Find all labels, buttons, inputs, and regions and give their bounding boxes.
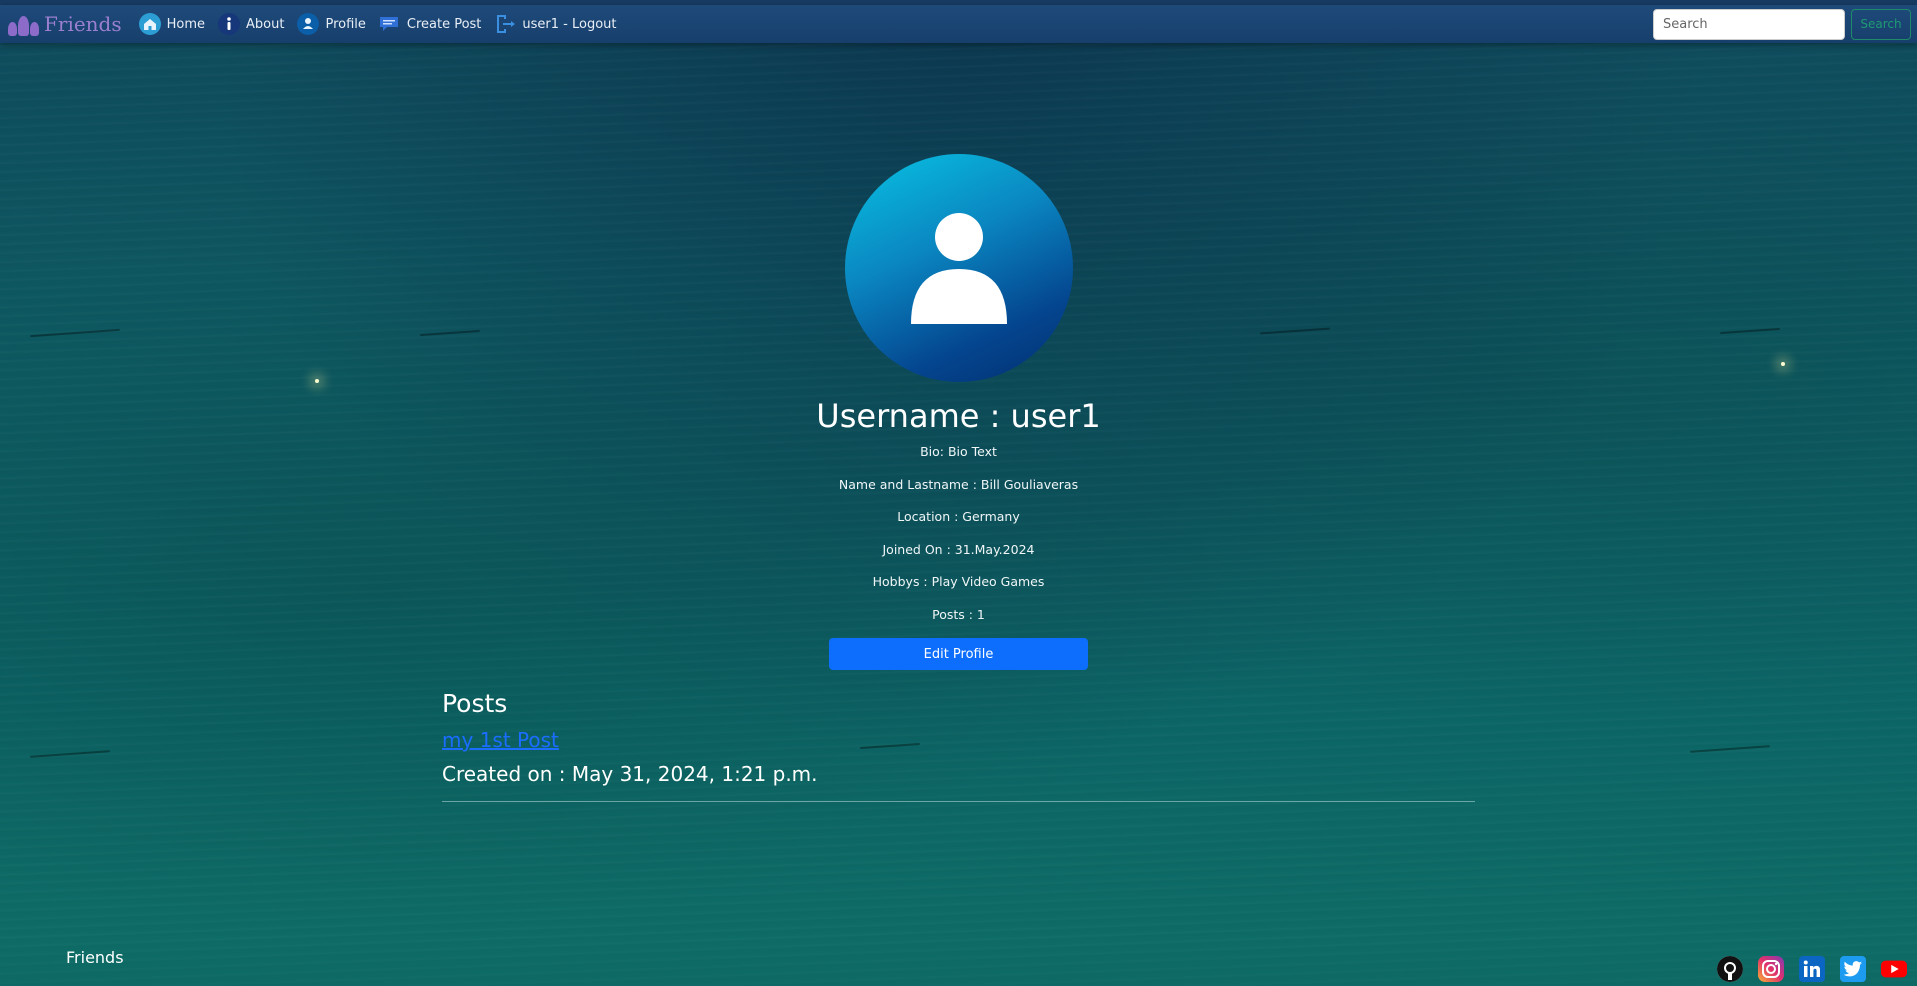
- background-streak: [420, 329, 480, 337]
- logout-icon: [493, 12, 517, 36]
- profile-avatar: [845, 154, 1073, 382]
- profile-username: Username : user1: [816, 397, 1101, 435]
- background-streak: [30, 750, 110, 758]
- search-button[interactable]: Search: [1851, 8, 1911, 40]
- post-title-link[interactable]: my 1st Post: [442, 728, 559, 752]
- brand-logo[interactable]: Friends: [8, 12, 122, 36]
- background-streak: [30, 328, 120, 338]
- nav-logout[interactable]: user1 - Logout: [493, 12, 617, 36]
- profile-bio: Bio: Bio Text: [920, 444, 997, 459]
- nav-home-label: Home: [166, 16, 206, 32]
- nav-profile-label: Profile: [325, 16, 366, 32]
- user-icon: [296, 12, 320, 36]
- profile-location: Location : Germany: [897, 509, 1020, 524]
- instagram-icon[interactable]: [1758, 956, 1784, 982]
- background-streak: [1720, 327, 1780, 335]
- post-created-date: Created on : May 31, 2024, 1:21 p.m.: [442, 762, 818, 786]
- search-form: Search: [1653, 8, 1911, 40]
- edit-profile-button[interactable]: Edit Profile: [829, 638, 1088, 670]
- nav-home[interactable]: Home: [138, 12, 205, 36]
- nav-create-post[interactable]: Create Post: [378, 12, 482, 36]
- home-icon: [138, 12, 162, 36]
- profile-hobbys: Hobbys : Play Video Games: [872, 574, 1045, 589]
- footer: Friends: [0, 938, 1917, 986]
- youtube-icon[interactable]: [1881, 956, 1907, 982]
- decorative-light: [1781, 362, 1785, 366]
- user-silhouette-icon: [911, 212, 1007, 324]
- search-input[interactable]: [1653, 8, 1845, 40]
- background-streak: [1260, 327, 1330, 335]
- nav-create-post-label: Create Post: [406, 16, 482, 32]
- profile-joined: Joined On : 31.May.2024: [882, 542, 1035, 557]
- brand-name: Friends: [44, 12, 122, 36]
- nav-about[interactable]: About: [217, 12, 284, 36]
- profile-name: Name and Lastname : Bill Gouliaveras: [838, 477, 1079, 492]
- decorative-light: [315, 379, 319, 383]
- nav-about-label: About: [246, 16, 285, 32]
- github-icon[interactable]: [1717, 956, 1743, 982]
- linkedin-icon[interactable]: [1799, 956, 1825, 982]
- navbar: Friends Home About Profile Create Post u…: [0, 5, 1917, 43]
- footer-brand[interactable]: Friends: [66, 948, 124, 967]
- background-streak: [860, 742, 920, 750]
- background-texture: [0, 0, 1917, 986]
- nav-logout-label: user1 - Logout: [522, 16, 617, 32]
- nav-profile[interactable]: Profile: [296, 12, 366, 36]
- background-streak: [1690, 745, 1770, 753]
- twitter-icon[interactable]: [1840, 956, 1866, 982]
- post-divider: [442, 801, 1475, 802]
- chat-icon: [378, 12, 402, 36]
- friends-icon: [8, 12, 40, 36]
- posts-heading: Posts: [442, 689, 508, 718]
- social-links: [1702, 956, 1907, 982]
- info-icon: [217, 12, 241, 36]
- profile-posts-count: Posts : 1: [932, 607, 985, 622]
